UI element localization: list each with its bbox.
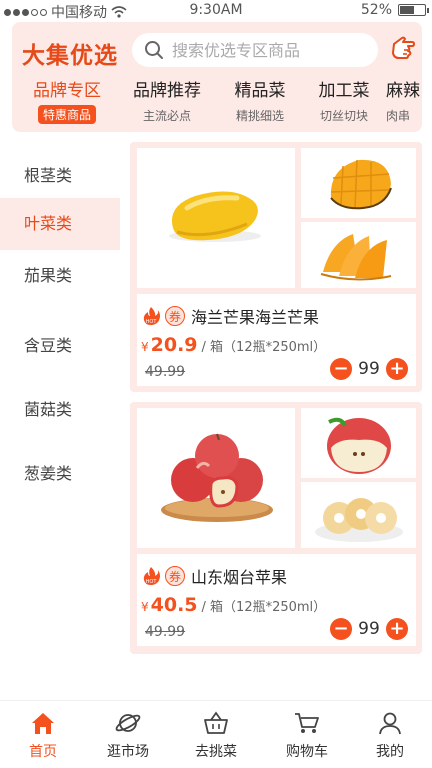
tab-subtitle: 特惠商品 [37, 105, 96, 124]
bottom-nav: 首页 逛市场 去挑菜 购物车 我的 [0, 700, 432, 768]
header: 大集优选 品牌专区 特惠商品 品牌推荐 主流必点 精品菜 精挑细选 加工菜 切丝… [12, 22, 422, 132]
search-icon [145, 41, 163, 59]
product-image-side-2[interactable] [301, 482, 416, 548]
increase-button[interactable]: + [386, 618, 408, 640]
nav-pick-veg[interactable]: 去挑菜 [176, 711, 256, 761]
product-price: 20.9 [150, 334, 198, 356]
mango-slices-image [320, 234, 392, 281]
tab-title: 品牌推荐 [133, 81, 201, 101]
nav-market[interactable]: 逛市场 [88, 711, 168, 761]
pointing-hand-icon[interactable] [388, 34, 418, 64]
cart-icon [295, 713, 319, 733]
sidebar-item-fruit-veg[interactable]: 茄果类 [0, 250, 120, 314]
basket-icon [204, 711, 228, 734]
mango-cubes-image [330, 159, 392, 210]
tab-subtitle: 精挑细选 [235, 109, 284, 123]
nav-label: 逛市场 [107, 744, 149, 760]
tab-brand-recommend[interactable]: 品牌推荐 主流必点 [122, 76, 212, 124]
product-image-side-1[interactable] [301, 148, 416, 218]
product-info: HOT 券 山东烟台苹果 ¥ 40.5 / 箱（12瓶*250ml） 49.99… [137, 554, 416, 646]
product-info: HOT 券 海兰芒果海兰芒果 ¥ 20.9 / 箱（12瓶*250ml） 49.… [137, 294, 416, 386]
planet-icon [115, 714, 141, 732]
product-price: 40.5 [150, 594, 198, 616]
apple-image [161, 433, 273, 522]
decrease-button[interactable]: − [330, 358, 352, 380]
tab-subtitle: 主流必点 [142, 109, 191, 123]
search-input[interactable] [172, 40, 372, 60]
tab-brand-zone[interactable]: 品牌专区 特惠商品 [22, 76, 112, 124]
product-unit: / 箱（12瓶*250ml） [201, 340, 327, 355]
tab-title: 精品菜 [234, 81, 286, 101]
battery-icon [398, 4, 429, 16]
user-icon [379, 712, 401, 735]
quantity-stepper: − 99 + [330, 358, 408, 380]
coupon-badge: 券 [165, 306, 185, 326]
nav-label: 去挑菜 [195, 744, 237, 760]
nav-label: 我的 [376, 744, 404, 760]
tab-title: 品牌专区 [33, 81, 101, 101]
sidebar-item-root-veg[interactable]: 根茎类 [0, 140, 120, 198]
product-image-main[interactable] [137, 408, 295, 548]
tab-subtitle: 肉串 [386, 109, 411, 123]
coupon-badge: 券 [165, 566, 185, 586]
apple-rings-image [315, 498, 403, 542]
product-name: 山东烟台苹果 [191, 568, 288, 587]
tab-premium-veg[interactable]: 精品菜 精挑细选 [220, 76, 300, 124]
nav-home[interactable]: 首页 [3, 711, 83, 761]
tab-spicy[interactable]: 麻辣 肉串 [386, 76, 422, 124]
product-image-main[interactable] [137, 148, 295, 288]
sidebar-item-leafy-veg[interactable]: 叶菜类 [0, 198, 120, 250]
category-sidebar: 根茎类 叶菜类 茄果类 含豆类 菌菇类 葱姜类 [0, 140, 120, 506]
home-icon [32, 713, 54, 734]
hot-flame-icon: HOT [143, 307, 160, 325]
tab-subtitle: 切丝切块 [319, 109, 368, 123]
sidebar-item-onion-ginger[interactable]: 葱姜类 [0, 442, 120, 506]
hot-label: HOT [146, 579, 158, 585]
mango-image [169, 191, 261, 242]
brand-title: 大集优选 [22, 43, 118, 69]
battery-percent: 52% [360, 2, 392, 18]
product-image-side-1[interactable] [301, 408, 416, 478]
product-unit: / 箱（12瓶*250ml） [201, 600, 327, 615]
hot-flame-icon: HOT [143, 567, 160, 585]
decrease-button[interactable]: − [330, 618, 352, 640]
status-bar: 中国移动 9:30AM 52% [0, 0, 432, 22]
quantity-stepper: − 99 + [330, 618, 408, 640]
nav-mine[interactable]: 我的 [350, 711, 430, 761]
product-image-side-2[interactable] [301, 222, 416, 288]
nav-cart[interactable]: 购物车 [267, 711, 347, 761]
currency-symbol: ¥ [141, 340, 149, 354]
product-card[interactable]: HOT 券 海兰芒果海兰芒果 ¥ 20.9 / 箱（12瓶*250ml） 49.… [130, 142, 422, 392]
sidebar-item-mushroom[interactable]: 菌菇类 [0, 378, 120, 442]
category-tabs: 品牌专区 特惠商品 品牌推荐 主流必点 精品菜 精挑细选 加工菜 切丝切块 麻辣… [12, 76, 422, 126]
product-card[interactable]: HOT 券 山东烟台苹果 ¥ 40.5 / 箱（12瓶*250ml） 49.99… [130, 402, 422, 654]
sidebar-item-bean-veg[interactable]: 含豆类 [0, 314, 120, 378]
currency-symbol: ¥ [141, 600, 149, 614]
nav-label: 首页 [29, 744, 57, 760]
search-bar[interactable] [132, 33, 378, 67]
apple-half-image [327, 417, 391, 474]
quantity-value: 99 [358, 619, 380, 639]
product-name: 海兰芒果海兰芒果 [191, 308, 320, 327]
quantity-value: 99 [358, 359, 380, 379]
increase-button[interactable]: + [386, 358, 408, 380]
tab-title: 加工菜 [318, 81, 370, 101]
original-price: 49.99 [145, 364, 186, 380]
hot-label: HOT [146, 319, 158, 325]
tab-title: 麻辣 [386, 81, 420, 101]
original-price: 49.99 [145, 624, 186, 640]
nav-label: 购物车 [286, 744, 328, 760]
tab-processed-veg[interactable]: 加工菜 切丝切块 [304, 76, 384, 124]
